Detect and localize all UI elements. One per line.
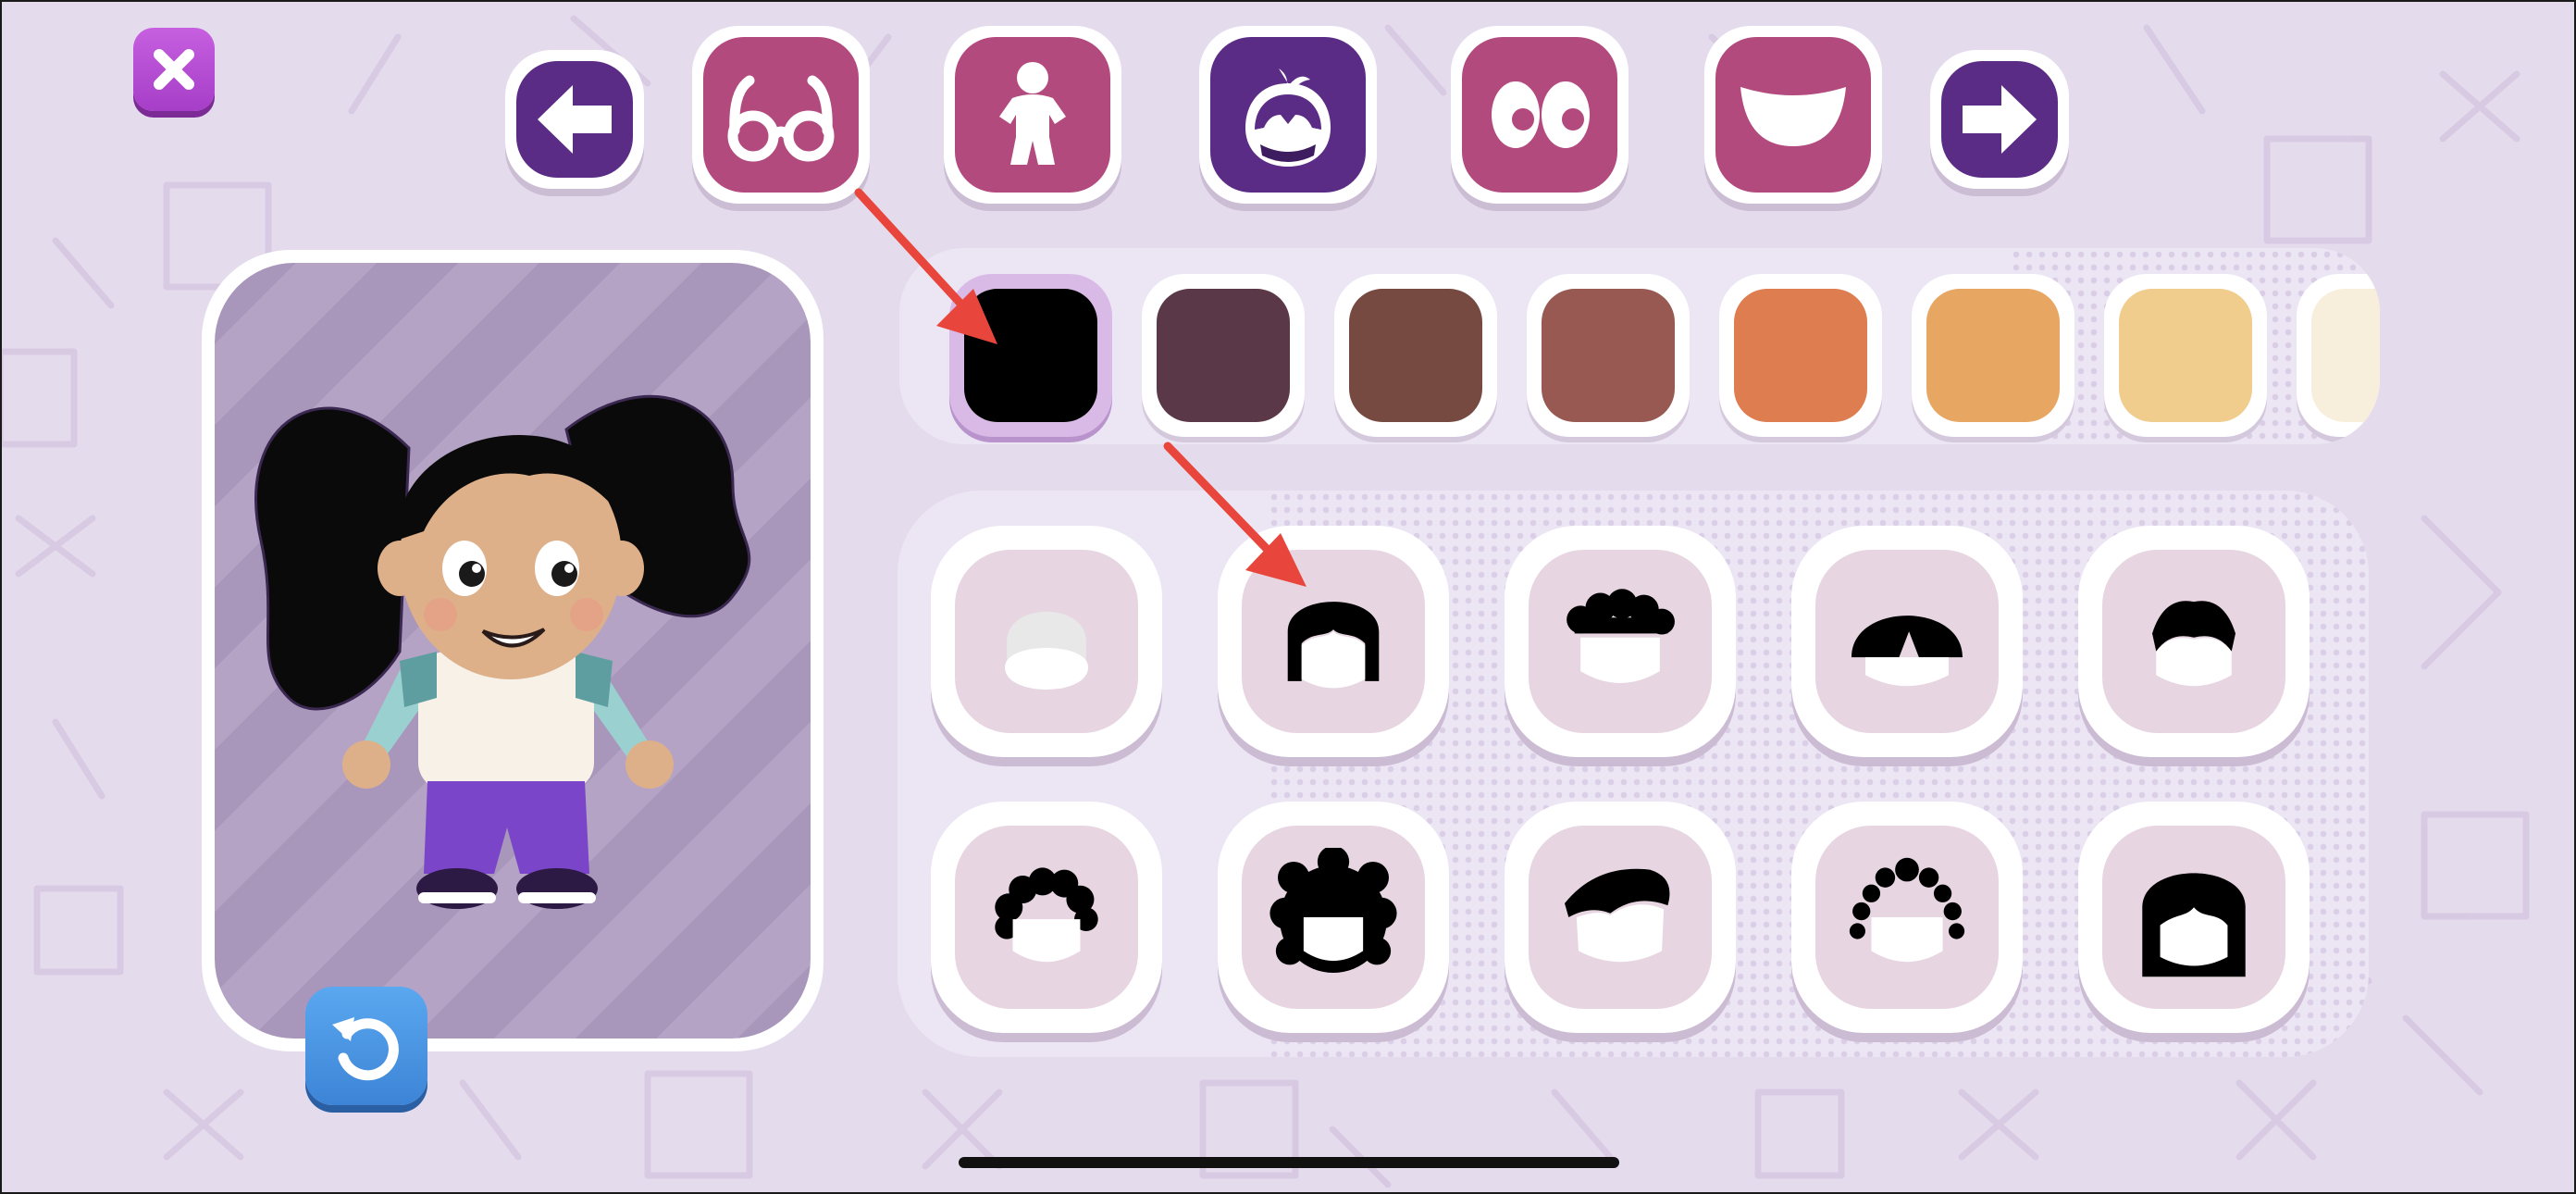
hair-color-swatch[interactable] <box>2297 274 2380 437</box>
hair-style-tile-background <box>955 826 1138 1009</box>
eyes-icon <box>1492 81 1590 148</box>
category-hair-button[interactable] <box>1199 26 1377 204</box>
hair-style-side-swept-icon <box>1565 868 1670 963</box>
hair-style-panel <box>898 491 2369 1057</box>
hair-style-tile-background <box>1529 826 1712 1009</box>
close-icon <box>154 49 194 90</box>
hair-style-option-straight-center-part[interactable] <box>1791 526 2023 757</box>
hair-style-tile-background <box>1242 826 1425 1009</box>
arrow-left-icon <box>538 85 612 154</box>
hair-color-swatch[interactable] <box>1719 274 1882 437</box>
character-preview-card <box>202 250 824 1051</box>
swatch-color-fill <box>1734 289 1867 422</box>
arrow-right-icon <box>1963 85 2037 154</box>
hair-style-option-short-swept[interactable] <box>2078 526 2310 757</box>
category-glasses-button[interactable] <box>692 26 870 204</box>
glasses-icon <box>727 75 835 162</box>
swatch-color-fill <box>1542 289 1675 422</box>
hair-style-option-puff-curls[interactable] <box>1791 802 2023 1033</box>
category-mouth-button[interactable] <box>1704 26 1882 204</box>
hair-style-option-short-curly[interactable] <box>931 802 1162 1033</box>
character-preview-background <box>215 263 811 1039</box>
category-eyes-button[interactable] <box>1451 26 1629 204</box>
hair-color-swatch[interactable] <box>1142 274 1305 437</box>
hair-style-tile-background <box>2102 550 2285 733</box>
hair-style-tile-background <box>1529 550 1712 733</box>
hair-style-short-swept-icon <box>2152 601 2235 687</box>
prev-button[interactable] <box>505 50 644 189</box>
hair-color-swatch-selected[interactable] <box>949 274 1112 437</box>
hair-head-icon <box>1245 68 1331 167</box>
swatch-color-fill <box>1349 289 1482 422</box>
hair-color-swatch[interactable] <box>1912 274 2074 437</box>
hair-style-puff-curls-icon <box>1849 857 1965 963</box>
hair-style-tile-background <box>1242 550 1425 733</box>
category-body-button[interactable] <box>944 26 1121 204</box>
hair-style-option-side-swept[interactable] <box>1505 802 1736 1033</box>
home-indicator[interactable] <box>959 1157 1619 1168</box>
hair-style-option-selected[interactable] <box>1218 526 1449 757</box>
hair-style-tile-background <box>2102 826 2285 1009</box>
hair-style-option-long-straight-bangs[interactable] <box>2078 802 2310 1033</box>
hair-style-short-curly-icon <box>995 867 1098 963</box>
hair-color-swatch[interactable] <box>2104 274 2267 437</box>
swatch-color-fill <box>1157 289 1290 422</box>
hair-color-swatch[interactable] <box>1527 274 1690 437</box>
hair-style-tile-background <box>955 550 1138 733</box>
swatch-color-fill <box>1926 289 2060 422</box>
hair-style-option-none-bald[interactable] <box>931 526 1162 757</box>
swatch-color-fill <box>2311 289 2380 422</box>
hair-style-tile-background <box>1815 550 1999 733</box>
mouth-smile-icon <box>1740 87 1846 146</box>
hair-color-swatch[interactable] <box>1334 274 1497 437</box>
hair-style-curly-top-icon <box>1567 589 1675 683</box>
next-button[interactable] <box>1930 50 2069 189</box>
character-avatar <box>254 394 751 909</box>
swatch-color-fill <box>2119 289 2252 422</box>
body-figure-icon <box>999 62 1066 165</box>
hair-style-option-afro[interactable] <box>1218 802 1449 1033</box>
close-button[interactable] <box>133 28 215 111</box>
reset-button[interactable] <box>305 987 427 1105</box>
hair-style-option-curly-top[interactable] <box>1505 526 1736 757</box>
hair-style-long-straight-bangs-icon <box>2142 873 2246 977</box>
hair-style-bob-with-bangs-icon <box>1287 602 1380 689</box>
hair-style-afro-icon <box>1269 848 1397 973</box>
hair-style-none-bald-icon <box>1005 611 1088 690</box>
reset-rotate-icon <box>332 1017 399 1081</box>
hair-color-bar <box>899 248 2380 444</box>
hair-style-straight-center-part-icon <box>1852 616 1963 687</box>
hair-style-tile-background <box>1815 826 1999 1009</box>
swatch-color-fill <box>964 289 1097 422</box>
